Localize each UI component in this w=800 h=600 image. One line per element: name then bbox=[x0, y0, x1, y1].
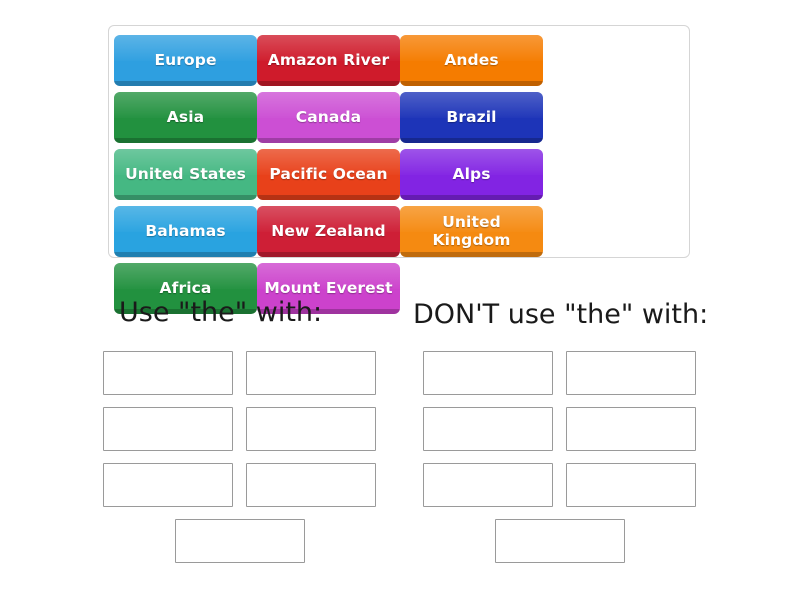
word-tile-label: United States bbox=[125, 164, 246, 183]
dropzone-use-the-1[interactable] bbox=[103, 351, 233, 395]
dropzone-use-the-3[interactable] bbox=[103, 407, 233, 451]
word-bank-panel: Europe Amazon River Andes Asia Canada Br… bbox=[108, 25, 690, 314]
tile-slot: Alps bbox=[400, 146, 543, 203]
word-tile-canada[interactable]: Canada bbox=[257, 92, 400, 143]
word-tile-andes[interactable]: Andes bbox=[400, 35, 543, 86]
word-tile-pacific-ocean[interactable]: Pacific Ocean bbox=[257, 149, 400, 200]
word-tile-alps[interactable]: Alps bbox=[400, 149, 543, 200]
word-tile-label: Canada bbox=[295, 107, 362, 126]
word-tile-brazil[interactable]: Brazil bbox=[400, 92, 543, 143]
word-tile-label: Europe bbox=[154, 50, 217, 69]
word-tile-united-kingdom[interactable]: United Kingdom bbox=[400, 206, 543, 257]
word-tile-label: United Kingdom bbox=[432, 213, 511, 249]
dropzone-dont-use-the-2[interactable] bbox=[566, 351, 696, 395]
dropzone-dont-use-the-1[interactable] bbox=[423, 351, 553, 395]
dropzone-dont-use-the-7[interactable] bbox=[495, 519, 625, 563]
word-tile-label: Mount Everest bbox=[264, 278, 393, 297]
tile-slot: Asia bbox=[114, 89, 257, 146]
word-tile-label: New Zealand bbox=[271, 221, 386, 240]
dropzone-dont-use-the-4[interactable] bbox=[566, 407, 696, 451]
word-tile-label: Asia bbox=[166, 107, 205, 126]
word-tile-label: Brazil bbox=[446, 107, 497, 126]
dropzone-use-the-5[interactable] bbox=[103, 463, 233, 507]
dropzone-use-the-6[interactable] bbox=[246, 463, 376, 507]
word-tile-label: Pacific Ocean bbox=[269, 164, 388, 183]
tile-slot: Europe bbox=[114, 32, 257, 89]
word-tile-europe[interactable]: Europe bbox=[114, 35, 257, 86]
column-heading-dont-use-the: DON'T use "the" with: bbox=[413, 299, 709, 330]
tile-slot: Andes bbox=[400, 32, 543, 89]
tile-slot: Amazon River bbox=[257, 32, 400, 89]
word-tile-label: Bahamas bbox=[145, 221, 226, 240]
word-tile-label: Andes bbox=[444, 50, 499, 69]
word-bank-grid: Europe Amazon River Andes Asia Canada Br… bbox=[114, 32, 684, 317]
word-tile-united-states[interactable]: United States bbox=[114, 149, 257, 200]
word-tile-label: Alps bbox=[452, 164, 491, 183]
word-tile-new-zealand[interactable]: New Zealand bbox=[257, 206, 400, 257]
tile-slot: Pacific Ocean bbox=[257, 146, 400, 203]
word-tile-amazon-river[interactable]: Amazon River bbox=[257, 35, 400, 86]
word-tile-asia[interactable]: Asia bbox=[114, 92, 257, 143]
activity-stage: Europe Amazon River Andes Asia Canada Br… bbox=[0, 0, 800, 600]
tile-slot: United Kingdom bbox=[400, 203, 543, 260]
tile-slot: Bahamas bbox=[114, 203, 257, 260]
tile-slot: United States bbox=[114, 146, 257, 203]
word-tile-label: Africa bbox=[159, 278, 212, 297]
column-heading-use-the: Use "the" with: bbox=[119, 297, 323, 328]
dropzone-use-the-4[interactable] bbox=[246, 407, 376, 451]
dropzone-use-the-7[interactable] bbox=[175, 519, 305, 563]
word-tile-bahamas[interactable]: Bahamas bbox=[114, 206, 257, 257]
dropzone-dont-use-the-6[interactable] bbox=[566, 463, 696, 507]
tile-slot: Brazil bbox=[400, 89, 543, 146]
dropzone-dont-use-the-5[interactable] bbox=[423, 463, 553, 507]
tile-slot: New Zealand bbox=[257, 203, 400, 260]
word-tile-label: Amazon River bbox=[267, 50, 390, 69]
tile-slot: Canada bbox=[257, 89, 400, 146]
dropzone-dont-use-the-3[interactable] bbox=[423, 407, 553, 451]
dropzone-use-the-2[interactable] bbox=[246, 351, 376, 395]
